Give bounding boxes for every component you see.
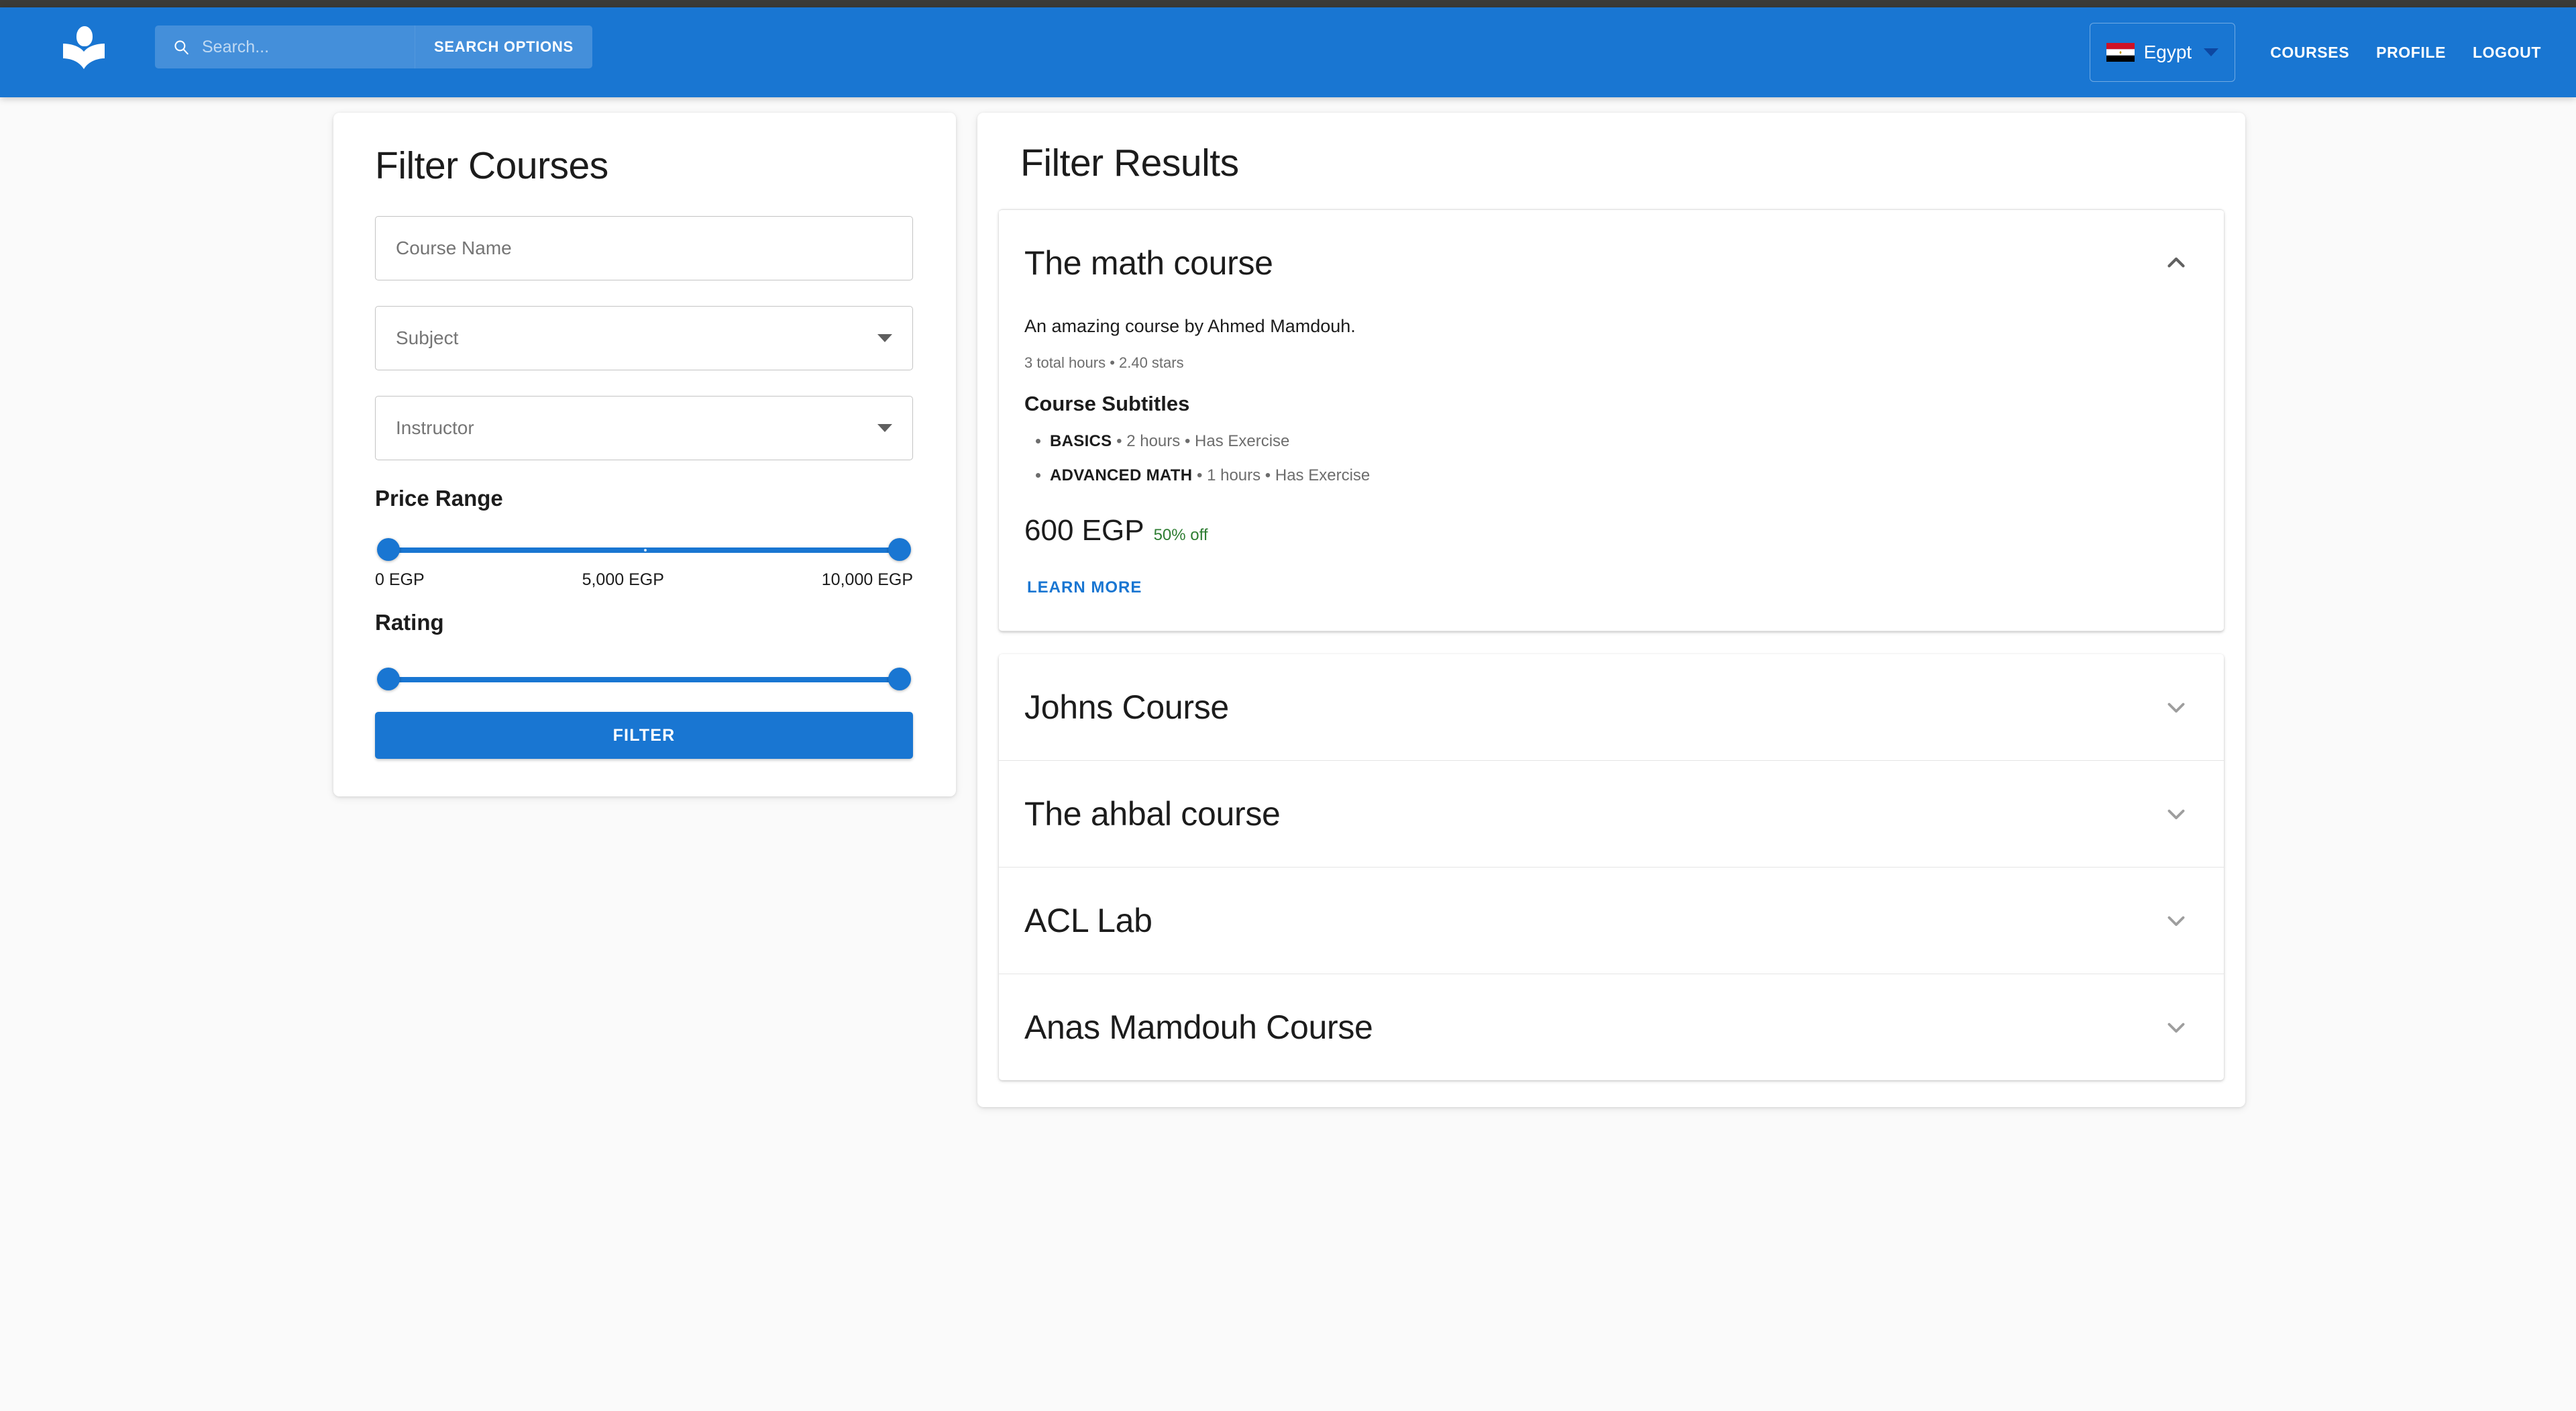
- chevron-down-icon: [877, 424, 892, 432]
- rating-slider-rail: [388, 677, 900, 682]
- chevron-down-icon: [877, 334, 892, 342]
- nav-link-profile[interactable]: PROFILE: [2363, 44, 2459, 62]
- price-range-slider[interactable]: [377, 538, 911, 561]
- chevron-down-icon[interactable]: [2162, 906, 2190, 935]
- course-subtitle-list: BASICS • 2 hours • Has Exercise ADVANCED…: [1050, 431, 2198, 486]
- rating-label: Rating: [375, 610, 444, 635]
- course-accordion-header-acl-lab[interactable]: ACL Lab: [999, 868, 2224, 974]
- list-item[interactable]: The ahbal course: [999, 761, 2224, 868]
- price-slider-thumb-min[interactable]: [377, 538, 400, 561]
- course-accordion-header-johns[interactable]: Johns Course: [999, 654, 2224, 760]
- search-bar[interactable]: [155, 25, 418, 68]
- browser-chrome-strip: [0, 0, 2576, 7]
- chevron-down-icon[interactable]: [2162, 1013, 2190, 1041]
- price-range-tick-labels: 0 EGP 5,000 EGP 10,000 EGP: [375, 570, 913, 590]
- course-title: Johns Course: [1024, 688, 1229, 727]
- course-accordion-expanded: The math course An amazing course by Ahm…: [999, 209, 2224, 632]
- chevron-down-icon[interactable]: [2162, 800, 2190, 828]
- price-tick-min: 0 EGP: [375, 570, 425, 589]
- subtitle-detail: • 1 hours • Has Exercise: [1192, 466, 1371, 485]
- course-title: The ahbal course: [1024, 795, 1281, 833]
- subtitle-detail: • 2 hours • Has Exercise: [1112, 432, 1290, 450]
- logo-book-shape: [63, 44, 105, 69]
- chevron-up-icon[interactable]: [2162, 249, 2190, 277]
- subject-select[interactable]: Subject: [375, 306, 913, 370]
- course-title: Anas Mamdouh Course: [1024, 1008, 1373, 1047]
- list-item[interactable]: Anas Mamdouh Course: [999, 974, 2224, 1080]
- header-nav: Egypt COURSES PROFILE LOGOUT: [2089, 7, 2576, 97]
- subtitle-name: ADVANCED MATH: [1050, 466, 1193, 485]
- rating-slider[interactable]: [377, 668, 911, 690]
- nav-link-logout[interactable]: LOGOUT: [2459, 44, 2576, 62]
- subject-select-label: Subject: [396, 327, 459, 348]
- list-item[interactable]: Johns Course: [999, 654, 2224, 762]
- list-item: ADVANCED MATH • 1 hours • Has Exercise: [1050, 465, 2198, 486]
- instructor-select[interactable]: Instructor: [375, 396, 913, 460]
- course-discount-badge: 50% off: [1153, 526, 1208, 545]
- course-price-row: 600 EGP 50% off: [1024, 514, 2198, 547]
- search-options-button[interactable]: SEARCH OPTIONS: [415, 25, 592, 68]
- egypt-flag-icon: [2106, 43, 2135, 62]
- country-selector-button[interactable]: Egypt: [2089, 23, 2236, 82]
- price-tick-max: 10,000 EGP: [821, 570, 913, 589]
- list-item: BASICS • 2 hours • Has Exercise: [1050, 431, 2198, 452]
- subtitle-name: BASICS: [1050, 432, 1112, 450]
- instructor-select-label: Instructor: [396, 417, 474, 438]
- course-accordion-header-ahbal[interactable]: The ahbal course: [999, 761, 2224, 867]
- price-slider-thumb-max[interactable]: [888, 538, 911, 561]
- price-range-label: Price Range: [375, 486, 503, 511]
- course-accordion-header[interactable]: The math course: [999, 210, 2224, 316]
- results-panel-title: Filter Results: [1020, 142, 1239, 185]
- filter-submit-button[interactable]: FILTER: [375, 712, 913, 759]
- search-icon: [174, 40, 189, 55]
- course-accordion-body: An amazing course by Ahmed Mamdouh. 3 to…: [999, 316, 2224, 631]
- search-input[interactable]: [202, 37, 418, 57]
- book-reader-logo-icon[interactable]: [62, 26, 106, 69]
- collapsed-course-list: Johns Course The ahbal course ACL Lab An…: [999, 654, 2224, 1081]
- app-header: SEARCH OPTIONS Egypt COURSES PROFILE LOG…: [0, 7, 2576, 97]
- chevron-down-icon[interactable]: [2162, 693, 2190, 721]
- price-tick-mid: 5,000 EGP: [582, 570, 664, 589]
- filter-panel-title: Filter Courses: [375, 144, 608, 187]
- filter-results-card: Filter Results The math course An amazin…: [977, 113, 2245, 1108]
- price-slider-midpoint-tick: [644, 549, 647, 552]
- filter-courses-card: Filter Courses Subject Instructor Price …: [333, 113, 956, 796]
- rating-slider-thumb-min[interactable]: [377, 668, 400, 690]
- course-price: 600 EGP: [1024, 514, 1144, 547]
- learn-more-button[interactable]: LEARN MORE: [1024, 574, 1144, 601]
- list-item[interactable]: ACL Lab: [999, 868, 2224, 975]
- caret-down-icon: [2204, 48, 2219, 56]
- nav-link-courses[interactable]: COURSES: [2257, 44, 2363, 62]
- course-subtitles-heading: Course Subtitles: [1024, 392, 1190, 415]
- rating-slider-thumb-max[interactable]: [888, 668, 911, 690]
- course-accordion-header-anas-mamdouh[interactable]: Anas Mamdouh Course: [999, 974, 2224, 1080]
- course-title: The math course: [1024, 244, 1273, 282]
- course-description: An amazing course by Ahmed Mamdouh.: [1024, 316, 1356, 336]
- course-title: ACL Lab: [1024, 902, 1152, 940]
- course-meta: 3 total hours • 2.40 stars: [1024, 354, 1184, 371]
- country-label: Egypt: [2143, 42, 2192, 62]
- course-name-input[interactable]: [375, 216, 913, 280]
